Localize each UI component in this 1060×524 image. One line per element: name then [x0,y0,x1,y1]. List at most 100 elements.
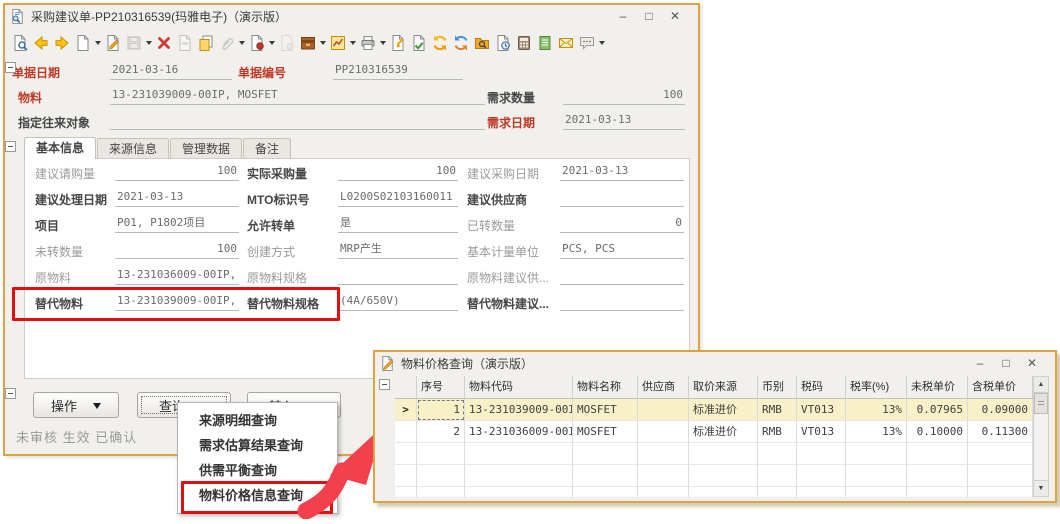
grid-header-cell[interactable]: 未税单价 [907,376,968,399]
info-field[interactable]: MRP产生 [338,240,458,259]
demand-date-field[interactable]: 2021-03-13 [563,111,685,130]
pull-icon[interactable] [408,32,429,53]
grid-header-cell[interactable]: 物料代码 [465,376,573,399]
grid-cell[interactable] [797,487,846,497]
grid-cell[interactable] [638,465,689,487]
info-field[interactable]: 2021-03-13 [560,162,684,181]
grid-cell[interactable]: VT013 [797,421,846,443]
grid-cell[interactable] [417,487,465,497]
tab-1[interactable]: 来源信息 [97,138,169,159]
row-selector-cell[interactable] [395,487,417,497]
grid-cell[interactable]: 0.09000 [968,399,1033,421]
new-icon[interactable] [72,32,93,53]
unaudit-icon[interactable] [276,32,297,53]
grid-cell[interactable] [758,465,797,487]
info-field[interactable]: 100 [115,240,239,259]
grid-cell[interactable] [797,443,846,465]
scroll-down-icon[interactable]: ▼ [1034,480,1048,496]
scroll-up-icon[interactable]: ▲ [1034,377,1048,393]
row-selector-cell[interactable] [395,421,417,443]
grid-cell[interactable] [689,443,758,465]
collapse-tabs-icon[interactable] [5,141,16,152]
info-field[interactable]: L0200S02103160011 [338,188,458,207]
grid-cell[interactable] [638,443,689,465]
grid-cell[interactable]: 标准进价 [689,399,758,421]
grid-cell[interactable] [417,443,465,465]
grid-cell[interactable] [465,487,573,497]
grid-cell[interactable] [797,465,846,487]
info-field[interactable] [560,188,684,207]
grid-cell[interactable] [689,487,758,497]
row-selector-cell[interactable] [395,465,417,487]
collapse-footer-icon[interactable] [5,388,16,399]
grid-cell[interactable] [465,465,573,487]
demand-qty-field[interactable]: 100 [563,86,685,105]
dropdown-arrow-icon[interactable] [237,32,246,53]
workflow-icon[interactable] [450,32,471,53]
close-button[interactable]: ✕ [1019,354,1045,372]
collapse-grid-icon[interactable] [379,379,390,390]
dropdown-arrow-icon[interactable] [93,32,102,53]
info-field[interactable] [560,266,684,285]
grid-header-cell[interactable]: 取价来源 [689,376,758,399]
grid-cell[interactable] [638,399,689,421]
dropdown-arrow-icon[interactable] [144,32,153,53]
copy-icon[interactable] [195,32,216,53]
grid-cell[interactable]: RMB [758,399,797,421]
row-selector-cell[interactable] [395,443,417,465]
grid-header-cell[interactable]: 序号 [417,376,465,399]
grid-header-cell[interactable]: 币别 [758,376,797,399]
bill-no-field[interactable]: PP210316539 [333,61,463,80]
save-icon[interactable] [123,32,144,53]
grid-header-cell[interactable]: 税率(%) [846,376,907,399]
note-icon[interactable] [534,32,555,53]
grid-cell[interactable] [968,465,1033,487]
maximize-button[interactable]: □ [636,7,662,25]
grid-header-cell[interactable]: 物料名称 [573,376,638,399]
grid-cell[interactable]: 13% [846,399,907,421]
row-selector-cell[interactable]: > [395,399,417,421]
grid-cell[interactable] [846,443,907,465]
info-field[interactable]: 0 [560,214,684,233]
grid-cell[interactable] [573,465,638,487]
grid-header-cell[interactable]: 税码 [797,376,846,399]
grid-cell[interactable] [573,443,638,465]
grid-cell[interactable] [573,487,638,497]
info-field[interactable]: P01, P1802项目 [115,214,239,233]
info-field[interactable]: 13-231036009-00IP, [115,266,239,285]
vertical-scrollbar[interactable]: ▲ ▼ [1033,376,1049,497]
dropdown-arrow-icon[interactable] [348,32,357,53]
info-field[interactable]: 100 [338,162,458,181]
refresh-icon[interactable] [429,32,450,53]
grid-cell[interactable] [689,465,758,487]
tab-3[interactable]: 备注 [243,138,291,159]
partner-field[interactable] [110,111,485,130]
info-field[interactable]: 2021-03-13 [115,188,239,207]
grid-cell[interactable]: 0.10000 [907,421,968,443]
info-field[interactable]: 100 [115,162,239,181]
info-field[interactable] [338,266,458,285]
attachment-icon[interactable] [216,32,237,53]
grid-cell[interactable] [638,421,689,443]
grid-cell[interactable] [758,487,797,497]
collapse-header-icon[interactable] [5,62,16,73]
push-down-icon[interactable] [387,32,408,53]
info-field[interactable]: (4A/650V) [338,292,458,311]
grid-cell[interactable] [968,443,1033,465]
table-row[interactable]: 213-231036009-00IPMOSFET标准进价RMBVT01313%0… [395,421,1049,443]
material-field[interactable]: 13-231039009-00IP, MOSFET [110,86,485,105]
back-icon[interactable] [30,32,51,53]
archive-icon[interactable] [297,32,318,53]
grid-cell[interactable] [907,487,968,497]
maximize-button[interactable]: □ [993,354,1019,372]
edit-icon[interactable] [102,32,123,53]
grid-cell[interactable]: VT013 [797,399,846,421]
grid-cell[interactable]: MOSFET [573,399,638,421]
history-icon[interactable] [492,32,513,53]
close-button[interactable]: ✕ [662,7,688,25]
invalidate-icon[interactable] [174,32,195,53]
bill-date-field[interactable]: 2021-03-16 [110,61,232,80]
grid-cell[interactable]: 13-231039009-00IP [465,399,573,421]
grid-cell[interactable] [846,465,907,487]
tab-2[interactable]: 管理数据 [170,138,242,159]
